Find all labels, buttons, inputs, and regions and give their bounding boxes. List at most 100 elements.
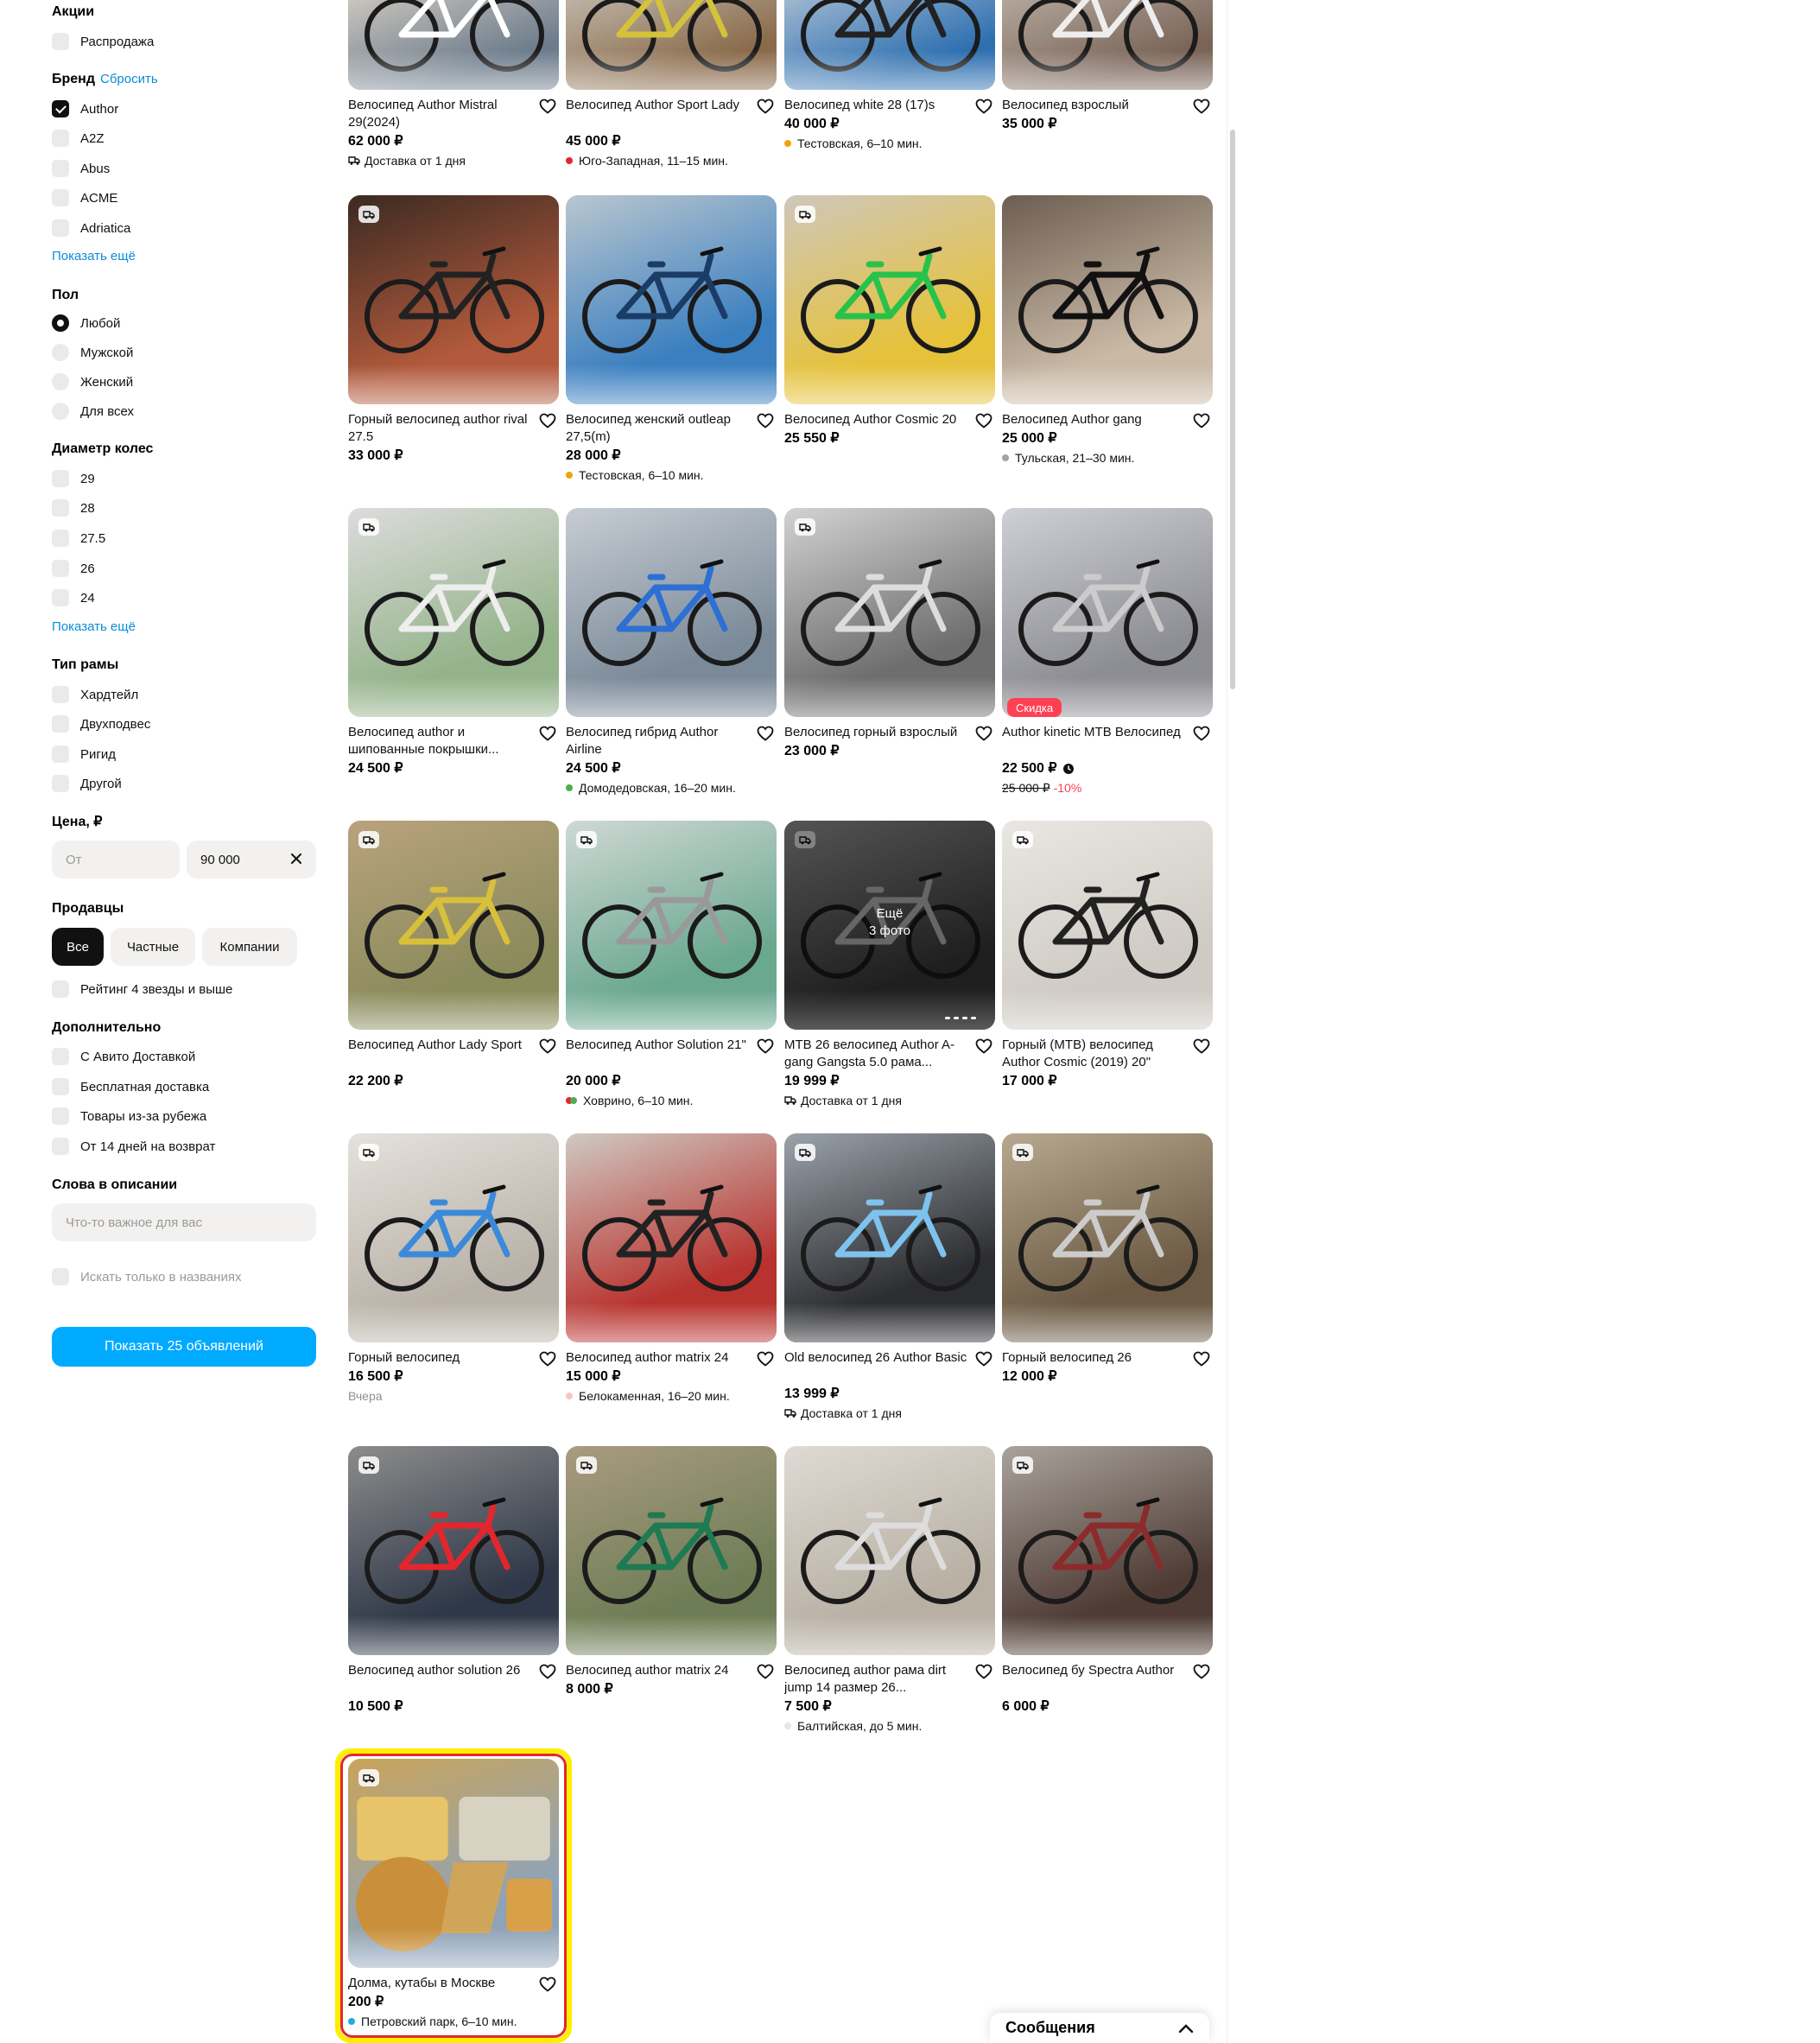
radio-gender-any[interactable]: Любой: [52, 313, 120, 333]
favorite-heart-icon[interactable]: [1192, 1662, 1211, 1681]
checkbox-avito-delivery[interactable]: С Авито Доставкой: [52, 1046, 195, 1067]
radio-circle[interactable]: [52, 373, 69, 390]
listing-photo[interactable]: [784, 1446, 995, 1655]
listing-photo[interactable]: [348, 1446, 559, 1655]
checkbox-box[interactable]: [52, 130, 69, 147]
listing-card[interactable]: Горный велосипед author rival 27.5 33 000…: [348, 195, 559, 463]
listing-photo[interactable]: [566, 1446, 777, 1655]
favorite-heart-icon[interactable]: [974, 411, 993, 430]
listing-photo[interactable]: [1002, 1133, 1213, 1342]
listing-title[interactable]: Велосипед взрослый: [1002, 97, 1185, 114]
checkbox-box[interactable]: [52, 219, 69, 237]
favorite-heart-icon[interactable]: [974, 1662, 993, 1681]
listing-photo[interactable]: [348, 508, 559, 717]
favorite-heart-icon[interactable]: [538, 1349, 557, 1368]
favorite-heart-icon[interactable]: [756, 1662, 775, 1681]
listing-card[interactable]: Велосипед Author Cosmic 20 25 550 ₽: [784, 195, 995, 446]
listing-card[interactable]: Велосипед горный взрослый 23 000 ₽: [784, 508, 995, 758]
listing-title[interactable]: Велосипед white 28 (17)s: [784, 97, 967, 114]
listing-card[interactable]: Old велосипед 26 Author Basic 13 999 ₽ Дос…: [784, 1133, 995, 1420]
favorite-heart-icon[interactable]: [756, 1349, 775, 1368]
checkbox-wheel-24[interactable]: 24: [52, 587, 95, 608]
favorite-heart-icon[interactable]: [538, 97, 557, 116]
listing-title[interactable]: Велосипед горный взрослый: [784, 724, 967, 741]
show-results-button[interactable]: Показать 25 объявлений: [52, 1327, 316, 1367]
listing-card[interactable]: Велосипед женский outleap 27,5(m) 28 000 …: [566, 195, 777, 482]
checkbox-box[interactable]: [52, 560, 69, 577]
listing-card[interactable]: Скидка Author kinetic MTB Велосипед 22 500…: [1002, 508, 1213, 795]
listing-photo[interactable]: [1002, 0, 1213, 90]
listing-title[interactable]: Горный велосипед author rival 27.5: [348, 411, 531, 446]
listing-title[interactable]: Велосипед Author Cosmic 20: [784, 411, 967, 428]
checkbox-box[interactable]: [52, 33, 69, 50]
favorite-heart-icon[interactable]: [538, 724, 557, 743]
favorite-heart-icon[interactable]: [974, 724, 993, 743]
listing-title[interactable]: Велосипед author рама dirt jump 14 разме…: [784, 1662, 967, 1697]
listing-title[interactable]: Горный (МТВ) велосипед Author Cosmic (20…: [1002, 1037, 1185, 1071]
checkbox-abroad[interactable]: Товары из-за рубежа: [52, 1106, 206, 1126]
favorite-heart-icon[interactable]: [756, 1037, 775, 1056]
listing-photo[interactable]: [348, 1133, 559, 1342]
listing-photo[interactable]: [784, 195, 995, 404]
favorite-heart-icon[interactable]: [756, 97, 775, 116]
listing-title[interactable]: Велосипед Author Solution 21": [566, 1037, 749, 1054]
listing-card[interactable]: Велосипед author matrix 24 8 000 ₽: [566, 1446, 777, 1697]
listing-title[interactable]: Велосипед author matrix 24: [566, 1662, 749, 1679]
checkbox-wheel-29[interactable]: 29: [52, 468, 95, 489]
listing-title[interactable]: Велосипед бу Spectra Author: [1002, 1662, 1185, 1679]
brand-show-more-link[interactable]: Показать ещё: [52, 249, 136, 263]
favorite-heart-icon[interactable]: [1192, 411, 1211, 430]
radio-circle[interactable]: [52, 344, 69, 361]
radio-circle[interactable]: [52, 314, 69, 332]
checkbox-box[interactable]: [52, 686, 69, 703]
listing-card[interactable]: Горный велосипед 26 12 000 ₽: [1002, 1133, 1213, 1384]
listing-title[interactable]: Велосипед author matrix 24: [566, 1349, 749, 1367]
price-from-input[interactable]: От: [52, 841, 180, 879]
favorite-heart-icon[interactable]: [974, 1349, 993, 1368]
listing-card[interactable]: Велосипед Author Solution 21" 20 000 ₽ Хов…: [566, 821, 777, 1107]
favorite-heart-icon[interactable]: [538, 411, 557, 430]
checkbox-box[interactable]: [52, 715, 69, 733]
listing-photo[interactable]: [784, 508, 995, 717]
checkbox-box[interactable]: [52, 470, 69, 487]
radio-gender-all[interactable]: Для всех: [52, 401, 134, 422]
listing-photo[interactable]: [566, 195, 777, 404]
checkbox-box[interactable]: [52, 589, 69, 606]
checkbox-wheel-27-5[interactable]: 27.5: [52, 528, 105, 549]
checkbox-brand-author[interactable]: Author: [52, 98, 118, 119]
favorite-heart-icon[interactable]: [538, 1662, 557, 1681]
listing-photo[interactable]: [348, 195, 559, 404]
listing-card[interactable]: Велосипед Author Mistral 29(2024) 62 000 …: [348, 0, 559, 168]
checkbox-box[interactable]: [52, 100, 69, 117]
listing-title[interactable]: Old велосипед 26 Author Basic: [784, 1349, 967, 1367]
listing-photo[interactable]: [566, 821, 777, 1030]
listing-photo[interactable]: [566, 508, 777, 717]
listing-title[interactable]: Велосипед гибрид Author Airline: [566, 724, 749, 758]
favorite-heart-icon[interactable]: [1192, 1349, 1211, 1368]
checkbox-box[interactable]: [52, 775, 69, 792]
listing-card[interactable]: Горный велосипед 16 500 ₽ Вчера: [348, 1133, 559, 1403]
listing-title[interactable]: Велосипед author и шипованные покрышки..…: [348, 724, 531, 758]
favorite-heart-icon[interactable]: [1192, 724, 1211, 743]
checkbox-box[interactable]: [52, 746, 69, 763]
scrollbar-thumb[interactable]: [1230, 130, 1235, 689]
listing-card[interactable]: Велосипед author solution 26 10 500 ₽: [348, 1446, 559, 1714]
listing-photo[interactable]: [1002, 821, 1213, 1030]
checkbox-box[interactable]: [52, 189, 69, 206]
listing-photo[interactable]: [348, 0, 559, 90]
checkbox-brand-a2z[interactable]: A2Z: [52, 128, 105, 149]
brand-reset-link[interactable]: Сбросить: [100, 72, 158, 86]
radio-circle[interactable]: [52, 403, 69, 420]
seller-company-tab[interactable]: Компании: [202, 928, 297, 966]
listing-photo[interactable]: [566, 1133, 777, 1342]
checkbox-box[interactable]: [52, 1268, 69, 1285]
checkbox-box[interactable]: [52, 499, 69, 517]
chevron-up-icon[interactable]: [1178, 2023, 1194, 2033]
listing-photo[interactable]: Скидка: [1002, 508, 1213, 717]
listing-title[interactable]: Горный велосипед 26: [1002, 1349, 1185, 1367]
checkbox-frame-rigid[interactable]: Ригид: [52, 744, 116, 765]
listing-title[interactable]: Велосипед Author Lady Sport: [348, 1037, 531, 1054]
checkbox-frame-full[interactable]: Двухподвес: [52, 714, 150, 734]
listing-card[interactable]: Велосипед Author Sport Lady 45 000 ₽ Юго-З…: [566, 0, 777, 168]
radio-gender-male[interactable]: Мужской: [52, 342, 133, 363]
